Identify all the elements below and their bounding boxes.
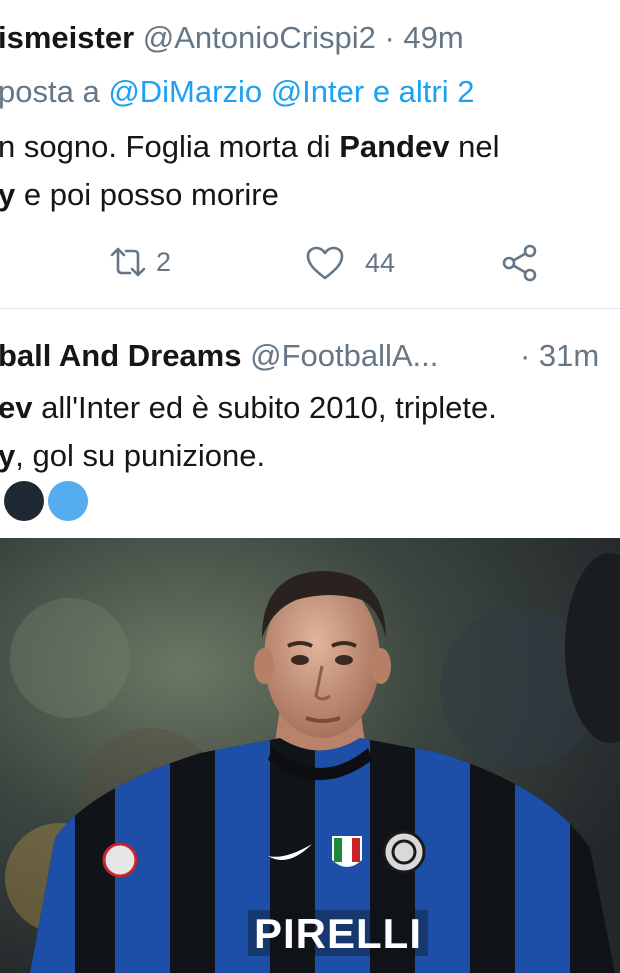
tweet-2-author-handle[interactable]: @FootballA... — [250, 338, 438, 373]
tweet-1-text-line-2: y e poi posso morire — [0, 175, 279, 215]
emoji-circles — [4, 481, 88, 521]
retweet-count: 2 — [156, 246, 172, 277]
others-link[interactable]: e altri 2 — [364, 74, 475, 109]
tweet-1-author-name[interactable]: ismeister — [0, 20, 134, 55]
share-button[interactable] — [500, 244, 540, 282]
retweet-button[interactable]: 2 — [108, 245, 171, 279]
tweet-text-bold: Pandev — [339, 129, 450, 164]
tweet-2-text-line-1: ev all'Inter ed è subito 2010, triplete. — [0, 388, 497, 428]
tweet-1-reply-context: posta a @DiMarzio @Inter e altri 2 — [0, 72, 474, 112]
like-count: 44 — [365, 247, 396, 278]
tweet-divider — [0, 308, 620, 309]
tweet-text-bold: y — [0, 177, 16, 212]
blue-circle-emoji — [48, 481, 88, 521]
retweet-icon — [108, 245, 148, 279]
tweet-media-photo[interactable]: PIRELLI — [0, 538, 620, 973]
tweet-1-header: ismeister @AntonioCrispi2 · 49m — [0, 18, 464, 58]
sleeve-patch — [102, 842, 138, 878]
heart-icon — [305, 245, 345, 281]
tweet-1-timestamp[interactable]: · 49m — [384, 20, 463, 55]
tweet-1-text-line-1: n sogno. Foglia morta di Pandev nel — [0, 127, 499, 167]
reply-prefix: posta a — [0, 74, 109, 109]
tweet-1-author-handle[interactable]: @AntonioCrispi2 — [143, 20, 376, 55]
like-button[interactable]: 44 — [305, 245, 395, 281]
mention-link[interactable]: @Inter — [271, 74, 365, 109]
tweet-text-bold: y — [0, 438, 16, 473]
tweet-text: e poi posso morire — [15, 177, 279, 212]
player-photo-illustration: PIRELLI — [0, 538, 620, 973]
share-icon — [500, 244, 540, 282]
tweet-text-bold: ev — [0, 390, 33, 425]
tweet-2-author-name[interactable]: ball And Dreams — [0, 338, 241, 373]
tweet-2-text-line-2: y, gol su punizione. — [0, 436, 265, 476]
tweet-2-header: ball And Dreams @FootballA... — [0, 336, 438, 376]
mention-link[interactable]: @DiMarzio — [108, 74, 262, 109]
tweet-text: all'Inter ed è subito 2010, triplete. — [32, 390, 497, 425]
shirt-sponsor-text: PIRELLI — [254, 910, 422, 957]
tweet-text: n sogno. Foglia morta di — [0, 129, 340, 164]
tweet-2-timestamp[interactable]: · 31m — [520, 336, 599, 376]
tweet-text: , gol su punizione. — [15, 438, 266, 473]
club-crest — [382, 830, 426, 874]
tweet-text: nel — [449, 129, 500, 164]
black-circle-emoji — [4, 481, 44, 521]
